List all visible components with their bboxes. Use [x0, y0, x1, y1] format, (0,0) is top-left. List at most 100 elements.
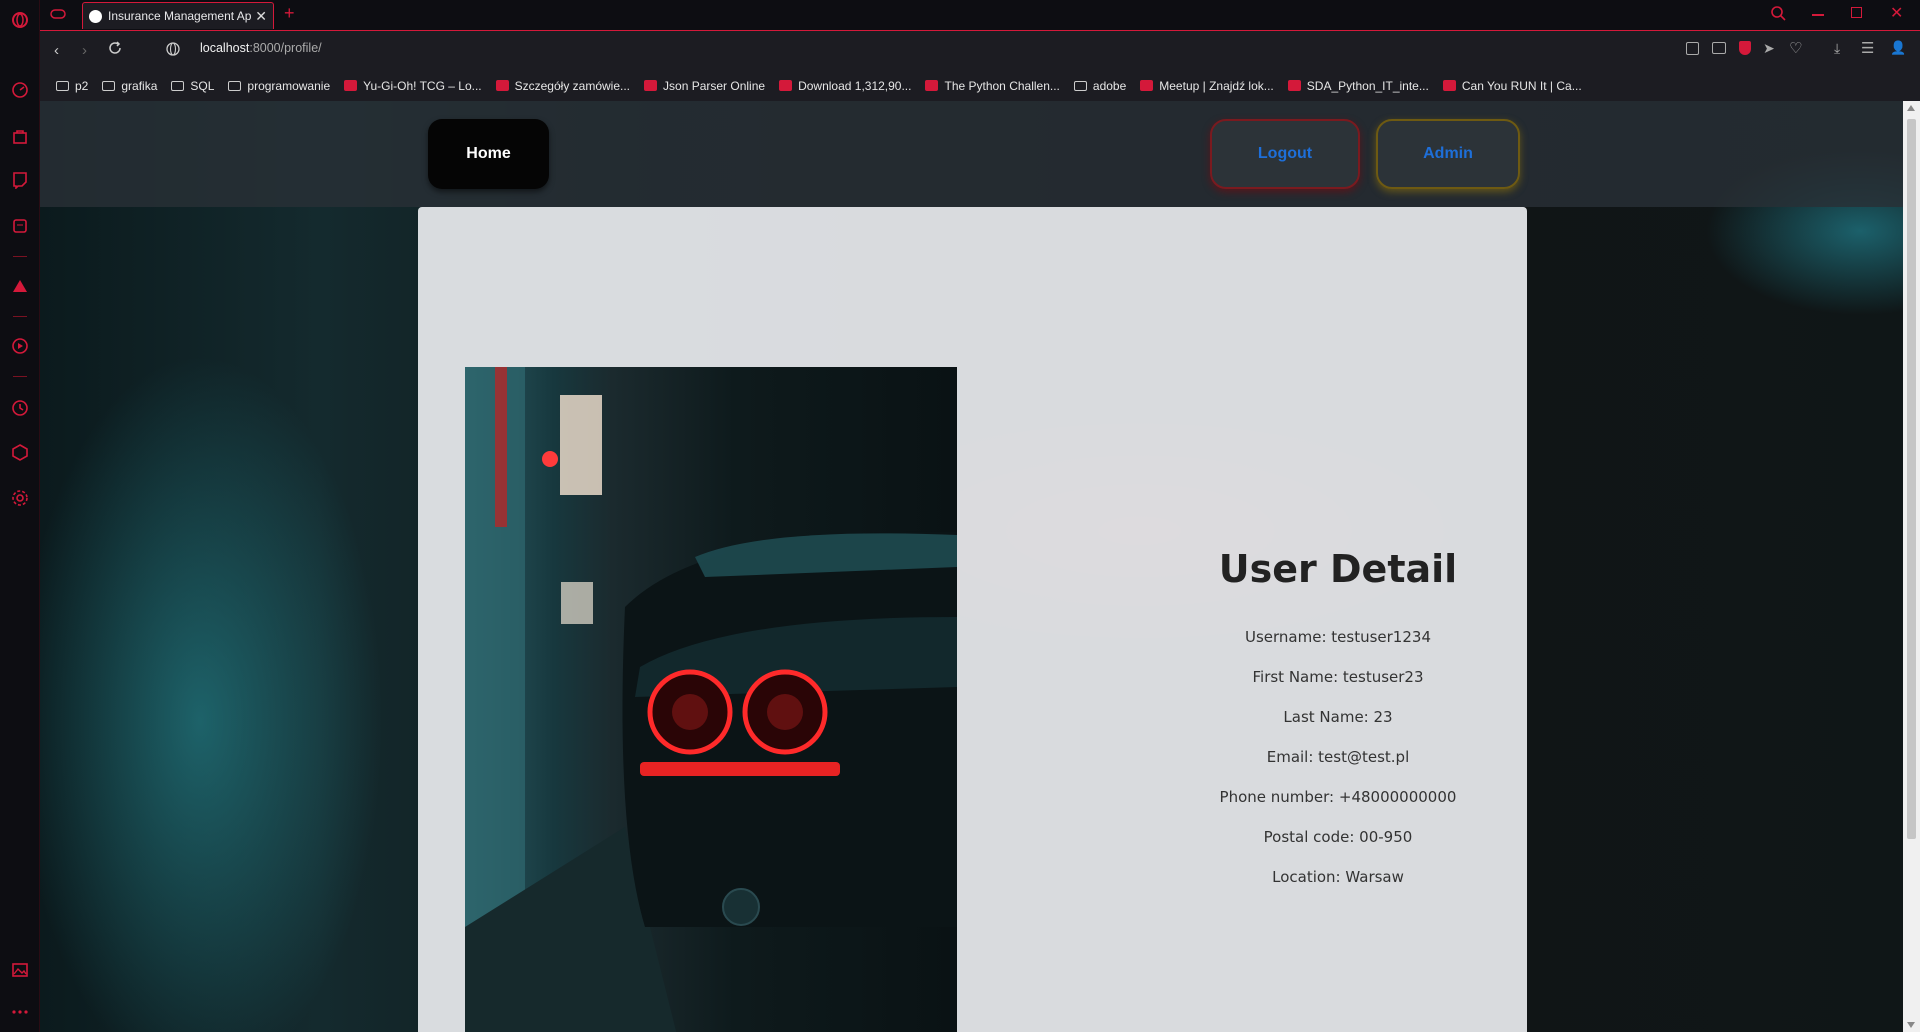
bookmark-item[interactable]: Yu-Gi-Oh! TCG – Lo... [344, 79, 482, 93]
bookmark-item[interactable]: SQL [171, 79, 214, 93]
top-navigation: Home Logout Admin [40, 101, 1903, 207]
site-icon [1442, 80, 1456, 91]
opera-logo-icon[interactable] [8, 8, 32, 32]
email-text: Email: test@test.pl [1266, 748, 1410, 766]
bookmark-item[interactable]: grafika [102, 79, 157, 93]
history-icon[interactable] [8, 396, 32, 420]
site-icon [1287, 80, 1301, 91]
forward-arrow-icon[interactable]: › [82, 42, 87, 59]
back-arrow-icon[interactable]: ‹ [54, 42, 59, 59]
folder-icon [171, 80, 185, 91]
bookmark-item[interactable]: Szczegóły zamówie... [495, 78, 631, 93]
bookmark-label: grafika [121, 78, 158, 93]
minimize-icon[interactable] [1812, 14, 1824, 16]
browser-sidebar [0, 0, 40, 1032]
first-name-text: First Name: testuser23 [1252, 668, 1424, 686]
site-icon [779, 80, 793, 91]
easy-setup-menu-icon[interactable]: ☰ [1861, 39, 1874, 57]
username-text: Username: testuser1234 [1245, 628, 1431, 646]
bookmark-item[interactable]: Json Parser Online [644, 79, 765, 93]
url-host: localhost [200, 41, 250, 55]
restore-icon[interactable] [1851, 7, 1862, 18]
site-icon [344, 80, 358, 91]
site-info-globe-icon[interactable] [166, 42, 180, 61]
gamepad-icon[interactable] [50, 7, 66, 25]
url-field[interactable]: localhost:8000/profile/ [200, 41, 322, 55]
download-icon[interactable]: ⤓ [1834, 40, 1840, 57]
url-path: :8000/profile/ [249, 41, 322, 55]
site-icon [1140, 80, 1154, 91]
bookmark-item[interactable]: Can You RUN It | Ca... [1442, 78, 1582, 93]
page-title: User Detail [1218, 547, 1458, 591]
tab-title: Insurance Management Ap [108, 9, 252, 23]
home-button[interactable]: Home [428, 119, 549, 189]
send-arrow-icon[interactable]: ➤ [1763, 40, 1775, 57]
tab-bar: Insurance Management Ap ✕ + ✕ [40, 0, 1920, 30]
new-tab-plus-icon[interactable]: + [284, 3, 295, 24]
postal-code-text: Postal code: 00-950 [1263, 828, 1413, 846]
folder-icon [102, 80, 116, 91]
user-detail-panel: User Detail Username: testuser1234 First… [1138, 547, 1538, 907]
extensions-cube-icon[interactable] [8, 440, 32, 464]
profile-user-icon[interactable]: 👤 [1890, 40, 1906, 56]
twitch-icon[interactable] [8, 168, 32, 192]
aria-icon[interactable] [8, 274, 32, 298]
bookmark-label: Download 1,312,90... [798, 78, 912, 93]
speed-dial-icon[interactable] [8, 78, 32, 102]
bookmark-label: programowanie [247, 78, 331, 93]
bookmark-label: Meetup | Znajdź lok... [1159, 78, 1274, 93]
player-icon[interactable] [8, 334, 32, 358]
shopping-bag-icon[interactable] [8, 124, 32, 148]
bookmark-label: Yu-Gi-Oh! TCG – Lo... [363, 78, 482, 93]
bookmark-item[interactable]: Meetup | Znajdź lok... [1140, 79, 1274, 93]
phone-text: Phone number: +48000000000 [1219, 788, 1457, 806]
bookmark-item[interactable]: p2 [56, 79, 88, 93]
wallpaper-icon[interactable] [8, 958, 32, 982]
bookmark-item[interactable]: Download 1,312,90... [779, 79, 911, 93]
snapshot-camera-icon[interactable] [1712, 42, 1726, 54]
tab-close-icon[interactable]: ✕ [255, 8, 267, 25]
window-close-icon[interactable]: ✕ [1890, 3, 1903, 23]
bookmark-item[interactable]: programowanie [228, 79, 330, 93]
folder-icon [1073, 80, 1087, 91]
bookmark-label: Szczegóły zamówie... [514, 78, 631, 93]
bookmarks-bar: p2 grafika SQL programowanie Yu-Gi-Oh! TCG –… [40, 70, 1920, 101]
folder-icon [228, 80, 242, 91]
reload-icon[interactable] [108, 41, 122, 60]
bookmark-label: adobe [1092, 78, 1127, 93]
bookmark-label: SDA_Python_IT_inte... [1306, 78, 1429, 93]
page-scrollbar[interactable] [1903, 101, 1920, 1032]
search-tabs-icon[interactable] [1770, 5, 1786, 26]
scrollbar-thumb[interactable] [1907, 119, 1916, 839]
profile-card: User Detail Username: testuser1234 First… [418, 207, 1527, 1032]
folder-icon [56, 80, 69, 91]
more-options-icon[interactable] [8, 1000, 32, 1024]
bookmark-label: Json Parser Online [663, 78, 766, 93]
car-photo [465, 367, 957, 1032]
bookmark-label: p2 [75, 78, 89, 93]
bookmark-item[interactable]: SDA_Python_IT_inte... [1287, 78, 1429, 93]
share-icon[interactable] [1686, 42, 1699, 55]
settings-gear-icon[interactable] [8, 486, 32, 510]
bookmark-label: The Python Challen... [944, 78, 1060, 93]
logout-button[interactable]: Logout [1210, 119, 1360, 189]
last-name-text: Last Name: 23 [1283, 708, 1393, 726]
address-bar: ‹ › localhost:8000/profile/ ➤ ♡ ⤓ ☰ 👤 [40, 30, 1920, 70]
bookmark-label: Can You RUN It | Ca... [1461, 78, 1582, 93]
site-icon [495, 80, 509, 91]
calendar-icon[interactable] [8, 214, 32, 238]
active-tab[interactable]: Insurance Management Ap ✕ [82, 2, 274, 29]
heart-icon[interactable]: ♡ [1789, 39, 1802, 57]
globe-favicon-icon [89, 9, 102, 23]
page-viewport: Home Logout Admin User Detail Username: … [40, 101, 1903, 1032]
site-icon [644, 80, 658, 91]
bookmark-item[interactable]: adobe [1073, 78, 1127, 93]
bookmark-item[interactable]: The Python Challen... [925, 78, 1060, 93]
bookmark-label: SQL [190, 78, 215, 93]
scroll-down-arrow-icon[interactable] [1907, 1022, 1915, 1028]
admin-button[interactable]: Admin [1376, 119, 1520, 189]
adblock-shield-icon[interactable] [1739, 41, 1751, 55]
site-icon [925, 80, 939, 91]
scroll-up-arrow-icon[interactable] [1907, 105, 1915, 111]
location-text: Location: Warsaw [1272, 868, 1404, 886]
